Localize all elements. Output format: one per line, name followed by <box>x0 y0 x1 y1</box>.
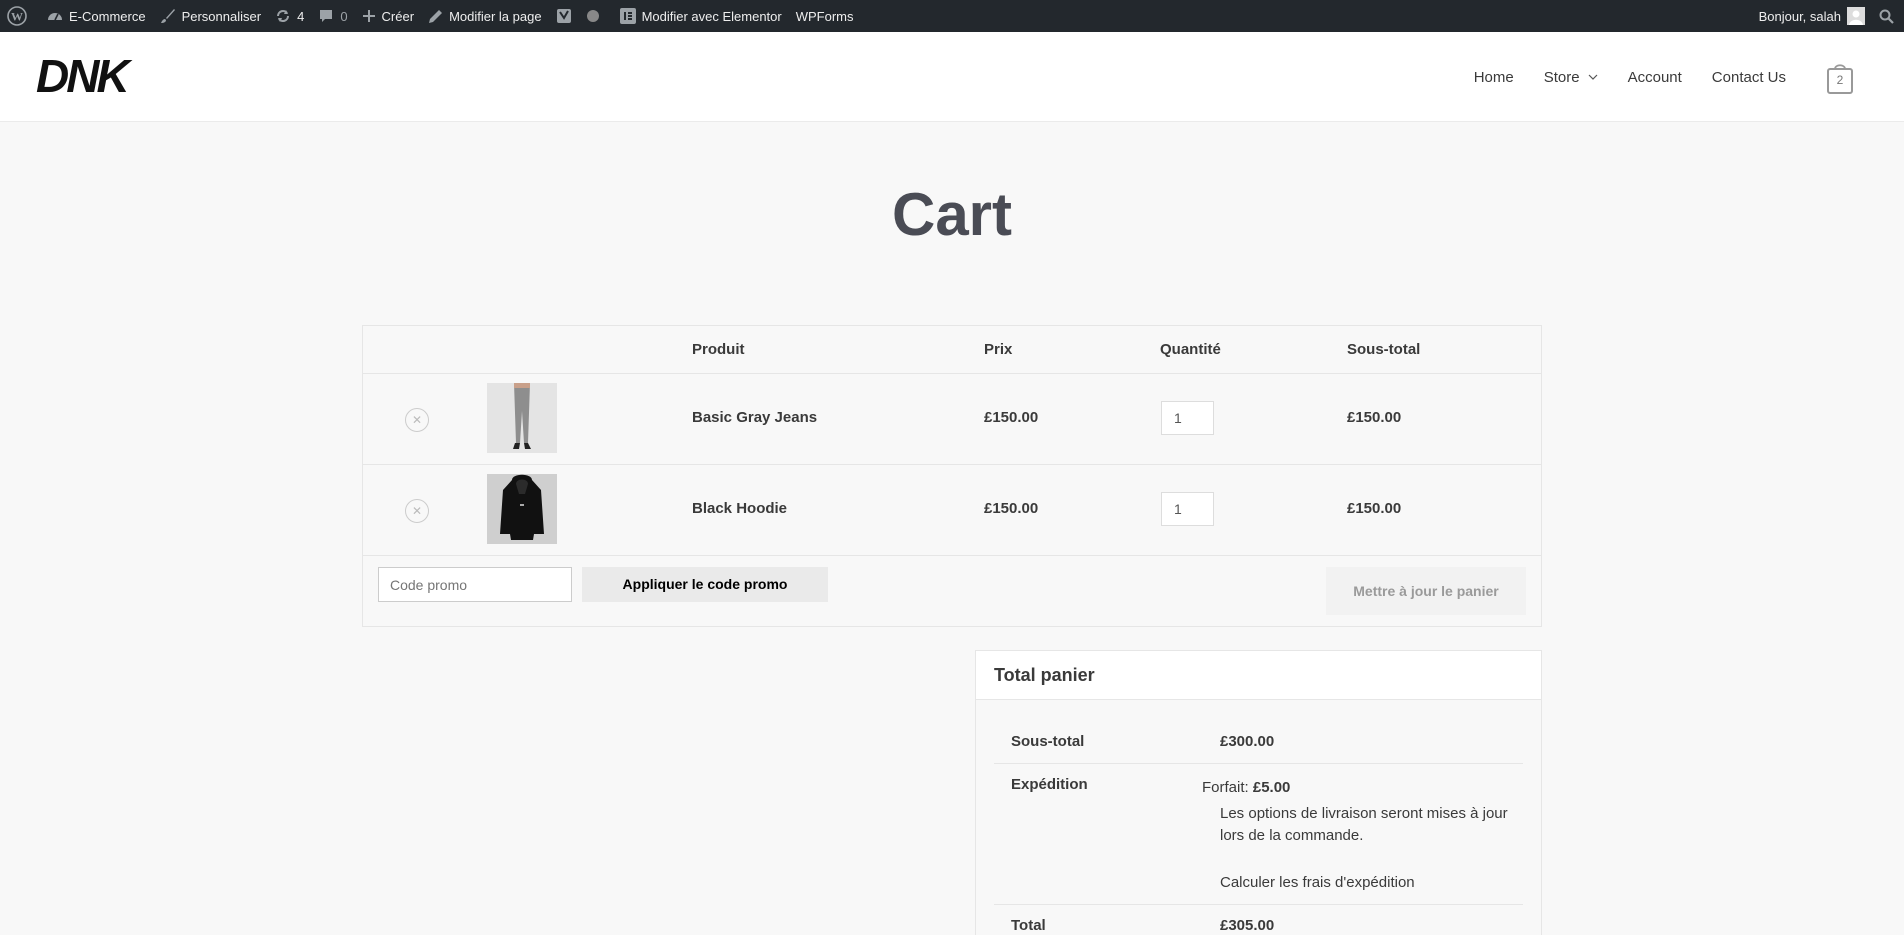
page-title: Cart <box>891 181 1013 248</box>
site-name-label: E-Commerce <box>69 8 146 24</box>
comment-icon <box>320 10 333 22</box>
customize-link[interactable]: Personnaliser <box>153 0 269 32</box>
nav-store-label: Store <box>1543 68 1580 86</box>
divider <box>994 763 1523 764</box>
product-thumbnail[interactable] <box>487 474 557 544</box>
new-content-link[interactable]: Créer <box>355 0 422 32</box>
adminbar-search-button[interactable] <box>1872 0 1904 32</box>
avatar <box>1847 7 1865 25</box>
cart-table-header: Produit Prix Quantité Sous-total <box>363 326 1541 374</box>
cart-item-row: ✕ Black Hoodie £150.00 1 £150.00 <box>363 465 1541 556</box>
close-icon: ✕ <box>411 504 423 518</box>
wpforms-link[interactable]: WPForms <box>789 0 861 32</box>
column-price: Prix <box>984 341 1013 358</box>
site-header: DNK Home Store Account Contact Us 2 <box>0 32 1904 122</box>
total-label: Total <box>1011 917 1046 934</box>
product-price: £150.00 <box>984 500 1039 517</box>
product-subtotal: £150.00 <box>1347 409 1402 426</box>
hoodie-image <box>487 474 557 544</box>
elementor-icon <box>619 8 636 24</box>
user-account-menu[interactable]: Bonjour, salah <box>1752 0 1872 32</box>
product-name-link[interactable]: Basic Gray Jeans <box>692 409 817 426</box>
cart-table: Produit Prix Quantité Sous-total ✕ Basic… <box>362 325 1542 627</box>
header-cart-button[interactable]: 2 <box>1826 62 1854 94</box>
logo-text: DNK <box>36 50 132 102</box>
site-name-link[interactable]: E-Commerce <box>40 0 153 32</box>
search-icon <box>1879 9 1894 24</box>
greeting-label: Bonjour, salah <box>1758 8 1841 24</box>
divider <box>994 904 1523 905</box>
nav-account[interactable]: Account <box>1628 69 1682 86</box>
seo-status-dot-icon <box>586 10 599 22</box>
product-subtotal: £150.00 <box>1347 500 1402 517</box>
chevron-down-icon <box>1588 74 1598 80</box>
customize-label: Personnaliser <box>181 8 262 24</box>
plus-icon <box>362 10 375 22</box>
cart-item-row: ✕ Basic Gray Jeans £150.00 1 £150.00 <box>363 374 1541 465</box>
subtotal-value: £300.00 <box>1220 733 1275 750</box>
quantity-input[interactable]: 1 <box>1161 492 1214 526</box>
updates-count: 4 <box>297 8 305 24</box>
nav-store[interactable]: Store <box>1544 69 1598 86</box>
apply-promo-button[interactable]: Appliquer le code promo <box>582 567 828 602</box>
remove-item-button[interactable]: ✕ <box>405 499 429 523</box>
product-name-link[interactable]: Black Hoodie <box>692 500 787 517</box>
admin-bar: W E-Commerce Personnaliser 4 0 Créer Mod… <box>0 0 1904 32</box>
cart-count-badge: 2 <box>1836 73 1844 87</box>
site-logo[interactable]: DNK <box>34 50 152 107</box>
brush-icon <box>160 9 175 23</box>
shipping-label: Expédition <box>1011 776 1088 793</box>
edit-page-link[interactable]: Modifier la page <box>421 0 549 32</box>
dashboard-icon <box>48 13 62 21</box>
nav-home[interactable]: Home <box>1474 69 1514 86</box>
elementor-label: Modifier avec Elementor <box>641 8 782 24</box>
promo-code-input[interactable] <box>378 567 572 602</box>
column-subtotal: Sous-total <box>1347 341 1421 358</box>
updates-icon <box>277 10 290 22</box>
subtotal-label: Sous-total <box>1011 733 1085 750</box>
edit-page-label: Modifier la page <box>449 8 542 24</box>
calculate-shipping-link[interactable]: Calculer les frais d'expédition <box>1220 872 1520 894</box>
comments-count: 0 <box>340 8 348 24</box>
comments-link[interactable]: 0 <box>311 0 354 32</box>
product-thumbnail[interactable] <box>487 383 557 453</box>
wpforms-label: WPForms <box>795 8 854 24</box>
nav-home-label: Home <box>1473 68 1514 86</box>
shipping-price: £5.00 <box>1252 779 1291 796</box>
yoast-seo-menu[interactable] <box>549 0 613 32</box>
cart-totals: Total panier Sous-total £300.00 Expéditi… <box>975 650 1542 935</box>
yoast-icon <box>556 9 571 23</box>
dnk-logo-icon: DNK <box>36 50 135 102</box>
column-product: Produit <box>692 341 745 358</box>
new-content-label: Créer <box>381 8 415 24</box>
main-navigation: Home Store Account Contact Us <box>1444 32 1786 122</box>
quantity-input[interactable]: 1 <box>1161 401 1214 435</box>
total-value: £305.00 <box>1220 917 1275 934</box>
column-quantity: Quantité <box>1160 341 1221 358</box>
updates-link[interactable]: 4 <box>268 0 311 32</box>
update-cart-button[interactable]: Mettre à jour le panier <box>1326 567 1526 615</box>
close-icon: ✕ <box>411 413 423 427</box>
jeans-image <box>487 383 557 453</box>
pencil-icon <box>429 9 443 23</box>
svg-text:W: W <box>11 10 23 24</box>
shipping-note: Les options de livraison seront mises à … <box>1220 805 1508 844</box>
remove-item-button[interactable]: ✕ <box>405 408 429 432</box>
nav-contact[interactable]: Contact Us <box>1712 69 1786 86</box>
elementor-link[interactable]: Modifier avec Elementor <box>613 0 789 32</box>
shipping-method: Forfait: £5.00 <box>1202 777 1502 799</box>
nav-contact-label: Contact Us <box>1711 68 1786 86</box>
shipping-method-label: Forfait: <box>1202 779 1249 796</box>
wordpress-logo-icon[interactable]: W <box>0 0 40 32</box>
cart-totals-heading: Total panier <box>976 651 1541 700</box>
nav-account-label: Account <box>1627 68 1682 86</box>
product-price: £150.00 <box>984 409 1039 426</box>
